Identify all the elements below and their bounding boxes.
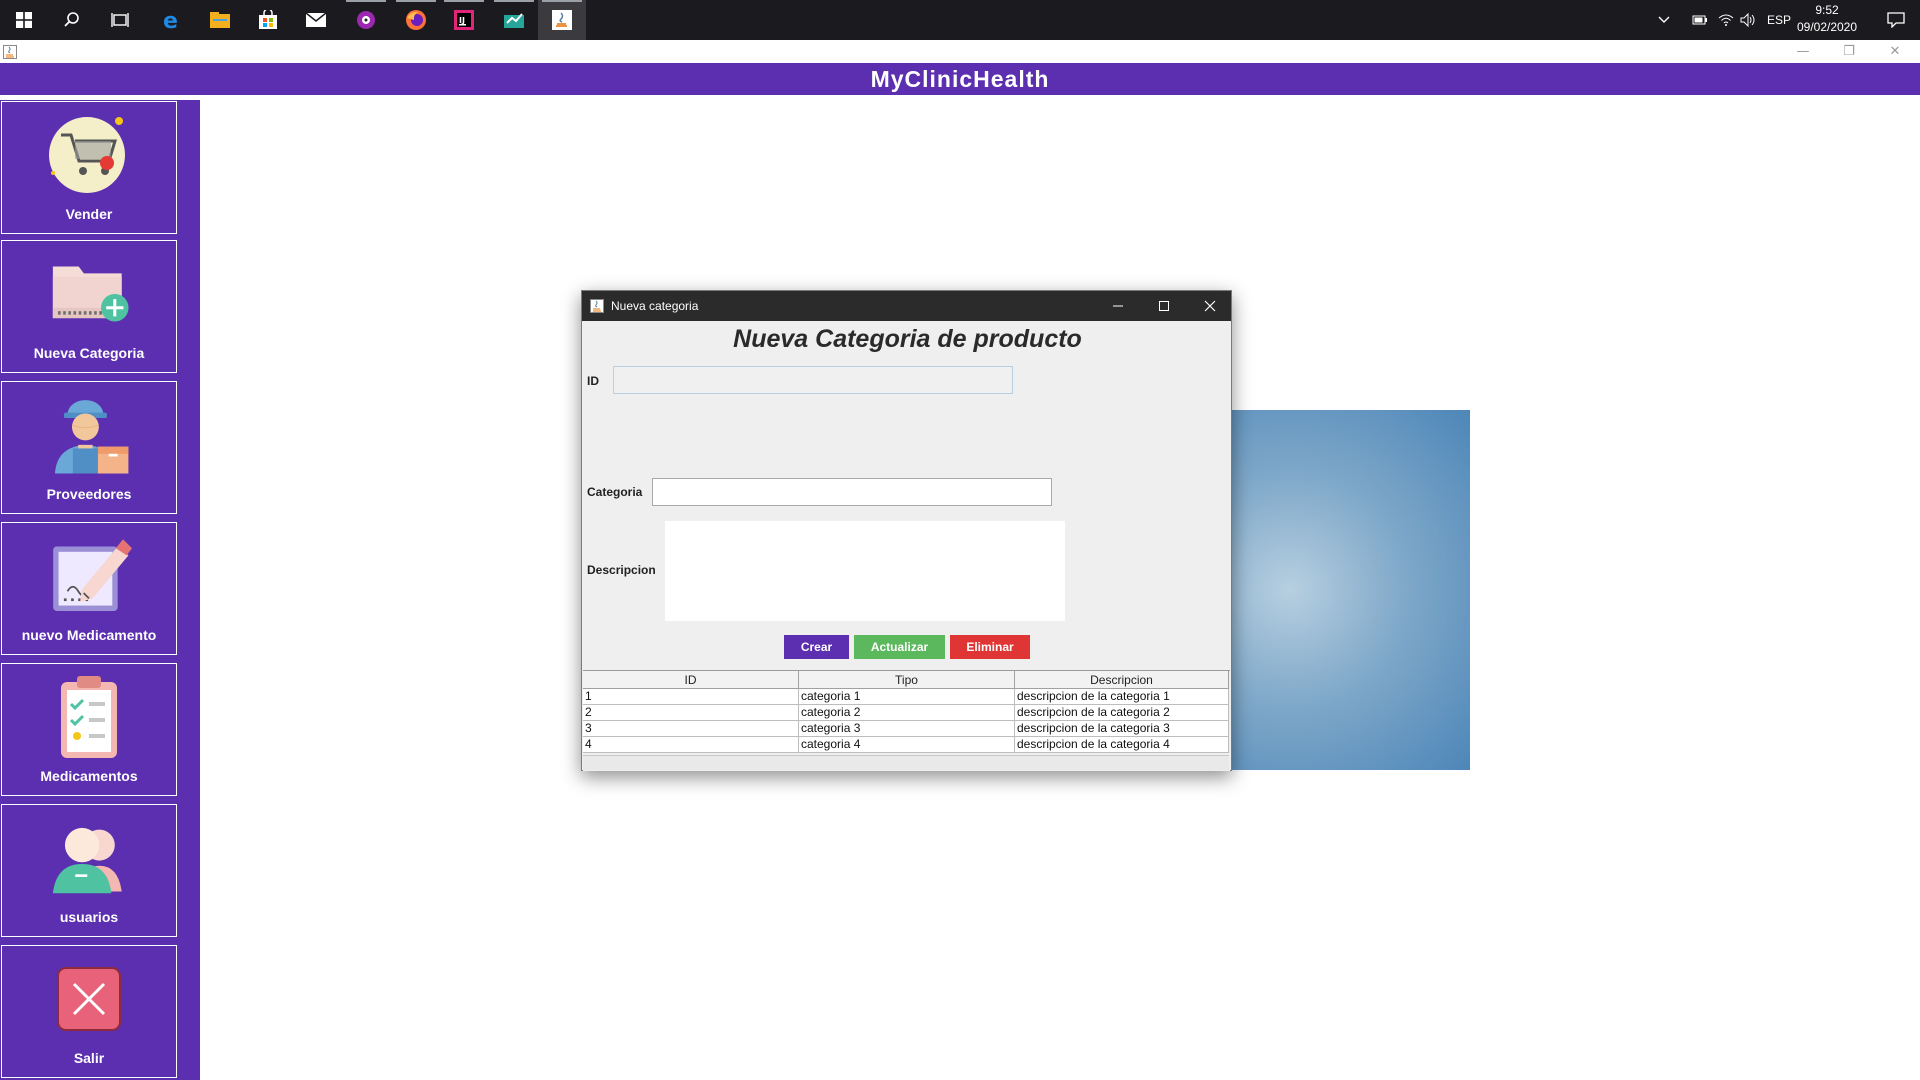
clock-time: 9:52 (1815, 3, 1839, 17)
table-cell-id: 2 (583, 705, 799, 720)
folder-add-icon (46, 251, 132, 337)
table-cell-id: 4 (583, 737, 799, 752)
table-row[interactable]: 1 categoria 1 descripcion de la categori… (583, 689, 1229, 705)
actualizar-button[interactable]: Actualizar (854, 635, 945, 659)
table-cell-tipo: categoria 3 (799, 721, 1015, 736)
windows-start-icon[interactable] (0, 0, 48, 40)
sidebar-item-vender[interactable]: Vender (1, 101, 177, 234)
dialog-close-button[interactable] (1187, 291, 1233, 321)
sidebar-item-label: usuarios (59, 909, 119, 925)
intellij-icon[interactable]: IJ (440, 0, 488, 40)
app-icon[interactable] (490, 0, 538, 40)
categoria-label: Categoria (587, 485, 643, 499)
descripcion-label: Descripcion (587, 563, 656, 577)
sidebar-item-label: Salir (73, 1050, 105, 1066)
dialog-titlebar[interactable]: Nueva categoria (582, 291, 1231, 321)
wifi-icon[interactable] (1714, 0, 1738, 40)
dialog-minimize-button[interactable] (1095, 291, 1141, 321)
java-icon[interactable] (538, 0, 586, 40)
column-header-id[interactable]: ID (583, 671, 799, 689)
column-header-descripcion[interactable]: Descripcion (1015, 671, 1229, 689)
id-label: ID (587, 374, 599, 388)
categoria-field[interactable] (652, 478, 1052, 506)
table-cell-id: 3 (583, 721, 799, 736)
sidebar-item-salir[interactable]: Salir (1, 945, 177, 1078)
close-button[interactable]: ✕ (1872, 40, 1918, 63)
exit-icon (46, 956, 132, 1042)
media-player-icon[interactable] (342, 0, 390, 40)
table-row[interactable]: 3 categoria 3 descripcion de la categori… (583, 721, 1229, 737)
dialog-maximize-button[interactable] (1141, 291, 1187, 321)
chevron-up-icon[interactable] (1652, 0, 1676, 40)
sidebar: Vender Nueva Categoria Proveedores nuevo… (0, 100, 200, 1080)
dialog-heading: Nueva Categoria de producto (733, 325, 1082, 353)
descripcion-field[interactable] (665, 521, 1065, 621)
task-view-icon[interactable] (96, 0, 144, 40)
windows-taskbar: e IJ ESP 9:52 09/02/2020 (0, 0, 1920, 40)
file-explorer-icon[interactable] (196, 0, 244, 40)
table-cell-descripcion: descripcion de la categoria 4 (1015, 737, 1229, 752)
mail-icon[interactable] (292, 0, 340, 40)
table-row[interactable]: 4 categoria 4 descripcion de la categori… (583, 737, 1229, 753)
java-app-icon (590, 299, 604, 313)
search-icon[interactable] (48, 0, 96, 40)
sidebar-item-label: nuevo Medicamento (21, 627, 157, 643)
users-icon (46, 815, 132, 901)
sidebar-item-usuarios[interactable]: usuarios (1, 804, 177, 937)
notifications-icon[interactable] (1872, 0, 1920, 40)
minimize-button[interactable]: — (1780, 40, 1826, 63)
column-header-tipo[interactable]: Tipo (799, 671, 1015, 689)
svg-text:IJ: IJ (459, 16, 465, 25)
sidebar-item-label: Vender (65, 206, 113, 222)
id-field[interactable] (613, 366, 1013, 394)
nueva-categoria-dialog: Nueva categoria Nueva Categoria de produ… (581, 290, 1232, 771)
clock-date: 09/02/2020 (1796, 20, 1858, 34)
battery-icon[interactable] (1688, 0, 1712, 40)
checklist-clipboard-icon (46, 674, 132, 760)
delivery-person-icon (46, 392, 132, 478)
edit-document-icon (46, 533, 132, 619)
table-cell-descripcion: descripcion de la categoria 1 (1015, 689, 1229, 704)
table-cell-descripcion: descripcion de la categoria 3 (1015, 721, 1229, 736)
table-cell-descripcion: descripcion de la categoria 2 (1015, 705, 1229, 720)
restore-button[interactable]: ❐ (1826, 40, 1872, 63)
system-clock[interactable]: 9:52 09/02/2020 (1792, 2, 1862, 36)
volume-icon[interactable] (1736, 0, 1760, 40)
dialog-title: Nueva categoria (611, 299, 699, 313)
store-icon[interactable] (244, 0, 292, 40)
sidebar-item-label: Medicamentos (40, 768, 138, 784)
app-window-titlebar: — ❐ ✕ (0, 40, 1920, 64)
categorias-table: ID Tipo Descripcion 1 categoria 1 descri… (583, 670, 1230, 771)
crear-button[interactable]: Crear (784, 635, 849, 659)
sidebar-item-proveedores[interactable]: Proveedores (1, 381, 177, 514)
eliminar-button[interactable]: Eliminar (950, 635, 1030, 659)
table-horizontal-scrollbar[interactable] (583, 755, 1229, 770)
svg-text:e: e (163, 9, 178, 31)
shopping-cart-icon (46, 112, 132, 198)
sidebar-item-nuevo-medicamento[interactable]: nuevo Medicamento (1, 522, 177, 655)
firefox-icon[interactable] (392, 0, 440, 40)
table-cell-tipo: categoria 1 (799, 689, 1015, 704)
table-cell-id: 1 (583, 689, 799, 704)
java-app-icon (3, 44, 17, 59)
table-cell-tipo: categoria 2 (799, 705, 1015, 720)
language-indicator[interactable]: ESP (1767, 13, 1791, 27)
sidebar-item-label: Nueva Categoria (33, 345, 145, 361)
background-image (1230, 410, 1470, 770)
sidebar-item-nueva-categoria[interactable]: Nueva Categoria (1, 240, 177, 373)
table-cell-tipo: categoria 4 (799, 737, 1015, 752)
app-title-banner: MyClinicHealth (0, 63, 1920, 95)
edge-browser-icon[interactable]: e (148, 0, 196, 40)
table-row[interactable]: 2 categoria 2 descripcion de la categori… (583, 705, 1229, 721)
sidebar-item-medicamentos[interactable]: Medicamentos (1, 663, 177, 796)
sidebar-item-label: Proveedores (46, 486, 132, 502)
